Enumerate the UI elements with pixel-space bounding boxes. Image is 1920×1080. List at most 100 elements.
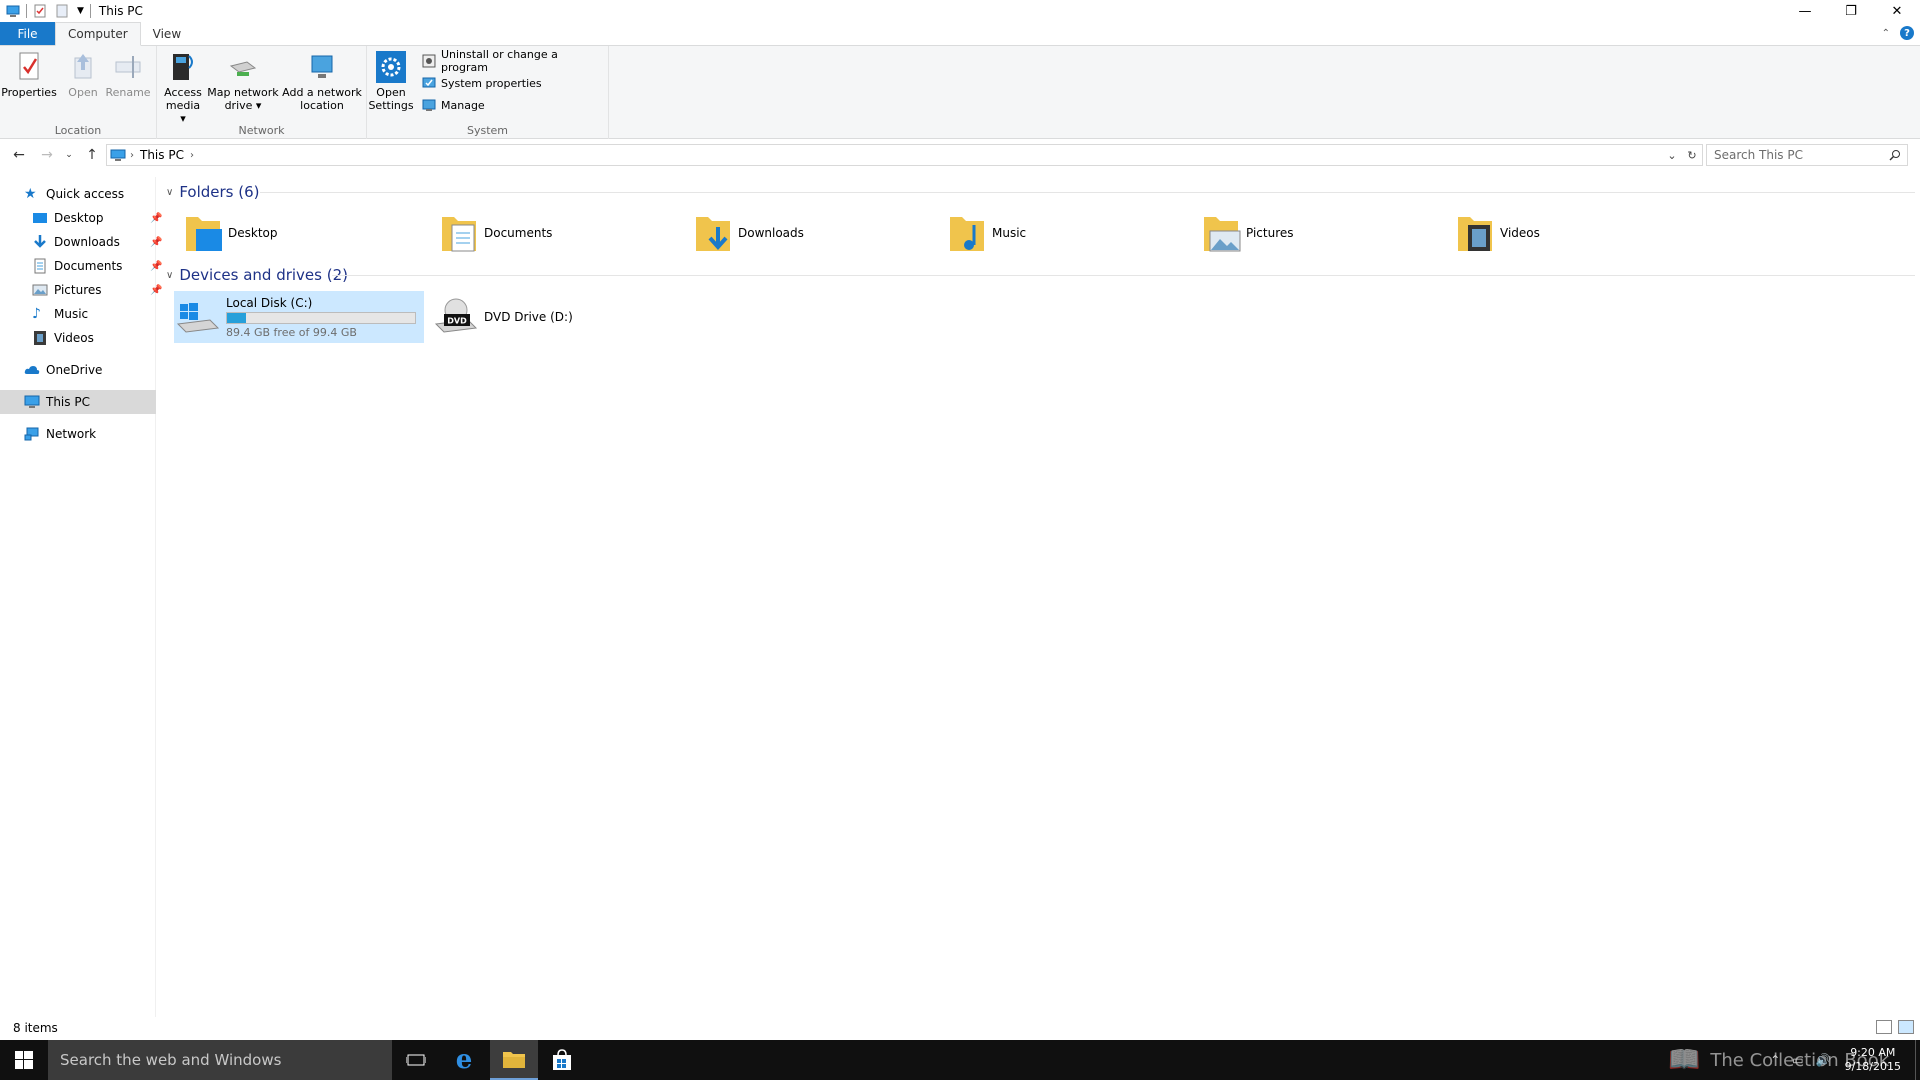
videos-folder-icon xyxy=(1458,217,1492,251)
collapse-chevron-icon[interactable]: ∨ xyxy=(166,187,173,198)
clock[interactable]: 9:20 AM 9/18/2015 xyxy=(1845,1046,1901,1074)
search-input[interactable]: Search This PC xyxy=(1706,144,1908,166)
manage-label: Manage xyxy=(441,98,485,112)
edge-browser-icon[interactable]: e xyxy=(440,1040,488,1080)
folder-desktop[interactable]: Desktop xyxy=(182,211,278,255)
folder-pictures[interactable]: Pictures xyxy=(1200,211,1294,255)
devices-header-label: Devices and drives (2) xyxy=(179,266,348,284)
section-divider xyxy=(260,192,1915,193)
network-icon xyxy=(24,427,39,441)
tab-file[interactable]: File xyxy=(0,22,55,45)
nav-network[interactable]: Network xyxy=(24,424,96,444)
tab-view[interactable]: View xyxy=(141,22,193,45)
drive-dvd-d[interactable]: DVD DVD Drive (D:) xyxy=(432,291,632,343)
collapse-chevron-icon[interactable]: ∨ xyxy=(166,270,173,281)
downloads-folder-icon xyxy=(696,217,730,251)
start-button[interactable] xyxy=(0,1040,48,1080)
breadcrumb-this-pc[interactable]: This PC xyxy=(140,148,184,162)
open-settings-button[interactable]: Open Settings xyxy=(368,50,414,112)
system-properties-icon xyxy=(422,77,436,88)
uninstall-program-button[interactable]: Uninstall or change a program xyxy=(422,48,608,74)
access-media-label-2: media ▾ xyxy=(165,99,201,125)
drive-usage-fill xyxy=(227,312,246,323)
access-media-label-1: Access xyxy=(164,86,202,99)
rename-label: Rename xyxy=(105,86,151,99)
rename-icon xyxy=(115,56,141,78)
close-icon[interactable]: ✕ xyxy=(1874,0,1920,22)
taskbar-search-box[interactable]: Search the web and Windows xyxy=(48,1040,392,1080)
navigation-bar: ← → ⌄ ↑ › This PC › ⌄ ↻ Search This PC xyxy=(0,143,1920,167)
store-icon[interactable] xyxy=(538,1040,586,1080)
details-view-icon[interactable] xyxy=(1876,1020,1892,1034)
open-settings-label-2: Settings xyxy=(368,99,414,112)
collapse-ribbon-icon[interactable]: ⌃ xyxy=(1882,28,1890,39)
nav-network-label: Network xyxy=(46,427,97,441)
properties-icon[interactable] xyxy=(33,4,47,18)
show-hidden-icons-icon[interactable]: ⌃ xyxy=(1770,1053,1780,1067)
folder-videos[interactable]: Videos xyxy=(1454,211,1540,255)
breadcrumb-chevron-icon[interactable]: › xyxy=(130,150,134,161)
breadcrumb-chevron-icon[interactable]: › xyxy=(190,150,194,161)
map-network-drive-button[interactable]: Map network drive ▾ xyxy=(207,50,279,112)
open-settings-label-1: Open xyxy=(376,86,406,99)
properties-label: Properties xyxy=(1,86,57,99)
back-arrow-icon[interactable]: ← xyxy=(9,145,29,165)
nav-item-pictures[interactable]: Pictures 📌 xyxy=(32,280,162,300)
devices-section-header[interactable]: ∨ Devices and drives (2) xyxy=(166,266,348,284)
nav-item-label: Desktop xyxy=(54,211,104,225)
folder-label: Music xyxy=(992,226,1027,240)
address-bar-controls: ⌄ ↻ xyxy=(1662,145,1702,165)
content-area: ∨ Folders (6) Desktop Documents Download… xyxy=(160,177,1920,1017)
rename-button[interactable]: Rename xyxy=(104,50,152,99)
status-bar: 8 items xyxy=(0,1017,1920,1039)
volume-icon[interactable]: 🔊 xyxy=(1816,1053,1831,1067)
folder-downloads[interactable]: Downloads xyxy=(692,211,804,255)
folder-music[interactable]: Music xyxy=(946,211,1026,255)
up-arrow-icon[interactable]: ↑ xyxy=(82,145,102,165)
pictures-folder-icon xyxy=(1204,217,1241,252)
view-buttons xyxy=(1876,1020,1914,1034)
help-icon[interactable]: ? xyxy=(1900,26,1914,40)
refresh-icon[interactable]: ↻ xyxy=(1682,149,1702,162)
new-folder-icon[interactable] xyxy=(55,4,69,18)
nav-item-documents[interactable]: Documents 📌 xyxy=(32,256,162,276)
network-status-icon[interactable]: ▭ xyxy=(1792,1053,1803,1067)
folder-documents[interactable]: Documents xyxy=(438,211,552,255)
system-properties-button[interactable]: System properties xyxy=(422,74,542,92)
minimize-icon[interactable]: — xyxy=(1782,0,1828,22)
ribbon-right-controls: ⌃ ? xyxy=(1882,26,1914,40)
forward-arrow-icon[interactable]: → xyxy=(37,145,57,165)
desktop-folder-icon xyxy=(186,217,222,251)
nav-item-videos[interactable]: Videos xyxy=(32,328,94,348)
nav-item-label: Downloads xyxy=(54,235,120,249)
task-view-icon[interactable] xyxy=(392,1040,440,1080)
nav-this-pc[interactable]: This PC xyxy=(24,392,90,412)
nav-onedrive[interactable]: OneDrive xyxy=(24,360,102,380)
restore-icon[interactable]: ❐ xyxy=(1828,0,1874,22)
show-desktop-button[interactable] xyxy=(1915,1040,1920,1080)
manage-button[interactable]: Manage xyxy=(422,96,485,114)
pictures-icon xyxy=(32,284,48,296)
large-icons-view-icon[interactable] xyxy=(1898,1020,1914,1034)
nav-item-music[interactable]: ♪ Music xyxy=(32,304,88,324)
drive-free-space: 89.4 GB free of 99.4 GB xyxy=(226,325,357,339)
system-tray: ⌃ ▭ 🔊 9:20 AM 9/18/2015 xyxy=(1764,1040,1920,1080)
add-network-location-button[interactable]: Add a network location xyxy=(281,50,363,112)
nav-item-label: Pictures xyxy=(54,283,102,297)
customize-qat-icon[interactable]: ▼ xyxy=(77,6,84,16)
properties-button[interactable]: Properties xyxy=(1,50,57,99)
this-pc-icon[interactable] xyxy=(6,4,20,18)
address-bar[interactable]: › This PC › ⌄ ↻ xyxy=(106,144,1703,166)
nav-item-desktop[interactable]: Desktop 📌 xyxy=(32,208,162,228)
open-button[interactable]: Open xyxy=(64,50,102,99)
address-dropdown-icon[interactable]: ⌄ xyxy=(1662,149,1682,162)
drive-local-disk-c[interactable]: Local Disk (C:) 89.4 GB free of 99.4 GB xyxy=(174,291,424,343)
nav-item-downloads[interactable]: Downloads 📌 xyxy=(32,232,162,252)
file-explorer-icon[interactable] xyxy=(490,1040,538,1080)
open-label: Open xyxy=(68,86,98,99)
folders-section-header[interactable]: ∨ Folders (6) xyxy=(166,183,260,201)
access-media-button[interactable]: Access media ▾ xyxy=(163,50,203,125)
recent-locations-icon[interactable]: ⌄ xyxy=(62,145,76,165)
nav-quick-access[interactable]: ★ Quick access xyxy=(24,184,124,204)
tab-computer[interactable]: Computer xyxy=(55,22,141,46)
